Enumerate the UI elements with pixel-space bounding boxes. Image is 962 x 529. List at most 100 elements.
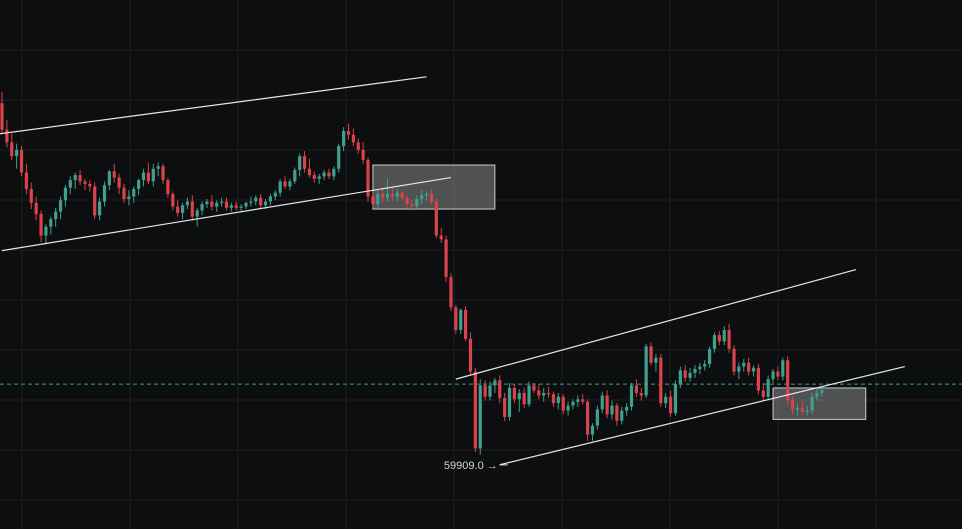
candle-body-down (34, 202, 38, 215)
candle-body-down (29, 188, 33, 203)
candle-body-up (63, 187, 68, 201)
candle-body-up (137, 180, 141, 189)
candle-body-up (600, 395, 604, 410)
candle-body-up (73, 175, 77, 181)
candle-body-down (761, 390, 765, 397)
candle-body-up (703, 364, 707, 367)
candle-body-up (185, 201, 190, 206)
candle-body-down (351, 134, 355, 143)
candle-body-down (551, 394, 556, 404)
candle-body-down (668, 396, 673, 414)
candle-body-down (93, 186, 97, 216)
candle-body-down (717, 335, 721, 342)
candle-body-down (122, 187, 126, 200)
candle-body-down (390, 193, 394, 197)
candle-body-up (795, 408, 800, 410)
candle-body-down (361, 149, 365, 160)
candle-body-up (678, 370, 682, 385)
candle-body-up (49, 219, 53, 227)
candle-body-down (522, 392, 526, 405)
candle-body-down (356, 142, 360, 150)
candle-body-down (312, 175, 316, 179)
candle-body-down (224, 201, 229, 208)
candle-body-down (78, 175, 82, 182)
candle-body-up (771, 371, 775, 380)
candle-body-down (532, 385, 536, 391)
candle-body-down (400, 192, 404, 198)
candle-body-down (381, 193, 385, 198)
candle-body-up (815, 392, 819, 397)
candle-body-down (39, 214, 43, 236)
candle-body-up (249, 201, 253, 203)
candle-body-up (673, 384, 678, 414)
candle-body-down (790, 400, 795, 410)
candle-body-down (454, 307, 458, 330)
candle-body-up (293, 170, 297, 182)
candle-body-down (405, 197, 409, 205)
candle-body-up (493, 380, 497, 386)
candle-body-up (488, 385, 492, 397)
candle-body-down (639, 392, 643, 396)
candle-body-up (239, 206, 243, 208)
candle-body-down (605, 395, 609, 415)
candle-body-down (747, 362, 751, 372)
candle-body-up (478, 385, 482, 449)
candle-body-up (415, 199, 419, 207)
candlestick-chart: 59909.0 → (0, 0, 962, 529)
candle-body-up (229, 205, 233, 208)
candle-body-down (444, 239, 448, 278)
candle-body-up (385, 193, 390, 198)
candle-body-down (439, 235, 443, 240)
candle-body-down (171, 193, 175, 207)
candle-body-up (693, 369, 697, 373)
candle-body-up (337, 146, 341, 169)
candle-body-up (200, 204, 204, 211)
candle-body-down (283, 181, 287, 187)
candle-body-down (512, 387, 516, 400)
candle-body-down (473, 371, 477, 449)
candle-body-up (556, 396, 560, 404)
candle-body-up (566, 405, 570, 411)
candle-body-down (561, 396, 565, 411)
candle-body-up (68, 180, 72, 188)
candle-body-down (659, 357, 663, 404)
candle-body-up (141, 172, 146, 181)
candle-body-down (537, 390, 541, 396)
candle-body-up (507, 387, 512, 417)
candle-body-down (586, 401, 590, 435)
candle-body-up (322, 172, 326, 177)
candle-body-up (542, 392, 546, 396)
candle-body-down (83, 181, 87, 184)
candle-body-up (151, 168, 155, 182)
candle-body-down (683, 370, 687, 378)
candle-body-up (268, 196, 272, 202)
candle-body-down (166, 180, 170, 194)
candle-body-down (234, 205, 238, 208)
candle-body-up (590, 425, 595, 435)
candle-body-up (54, 211, 58, 220)
candle-body-up (156, 166, 160, 169)
candle-body-up (395, 192, 399, 197)
candle-body-down (649, 346, 653, 363)
candle-body-up (127, 196, 131, 200)
candle-body-down (634, 385, 638, 393)
candle-body-down (546, 392, 551, 395)
candle-body-up (737, 366, 741, 372)
candle-body-up (644, 346, 648, 396)
candle-body-up (332, 168, 336, 177)
candle-body-up (180, 205, 185, 213)
candle-body-up (424, 193, 429, 196)
candle-body-up (805, 410, 809, 412)
candle-body-up (698, 366, 702, 370)
candle-body-down (468, 338, 473, 372)
candle-body-down (410, 204, 414, 207)
candle-body-down (0, 103, 4, 130)
candle-body-down (581, 399, 585, 402)
candle-body-up (420, 195, 424, 200)
candle-body-down (483, 385, 487, 397)
candle-body-up (278, 181, 282, 193)
candle-body-up (527, 385, 531, 405)
candle-body-up (220, 201, 224, 203)
candle-body-up (317, 176, 321, 179)
candle-body-up (820, 390, 824, 393)
